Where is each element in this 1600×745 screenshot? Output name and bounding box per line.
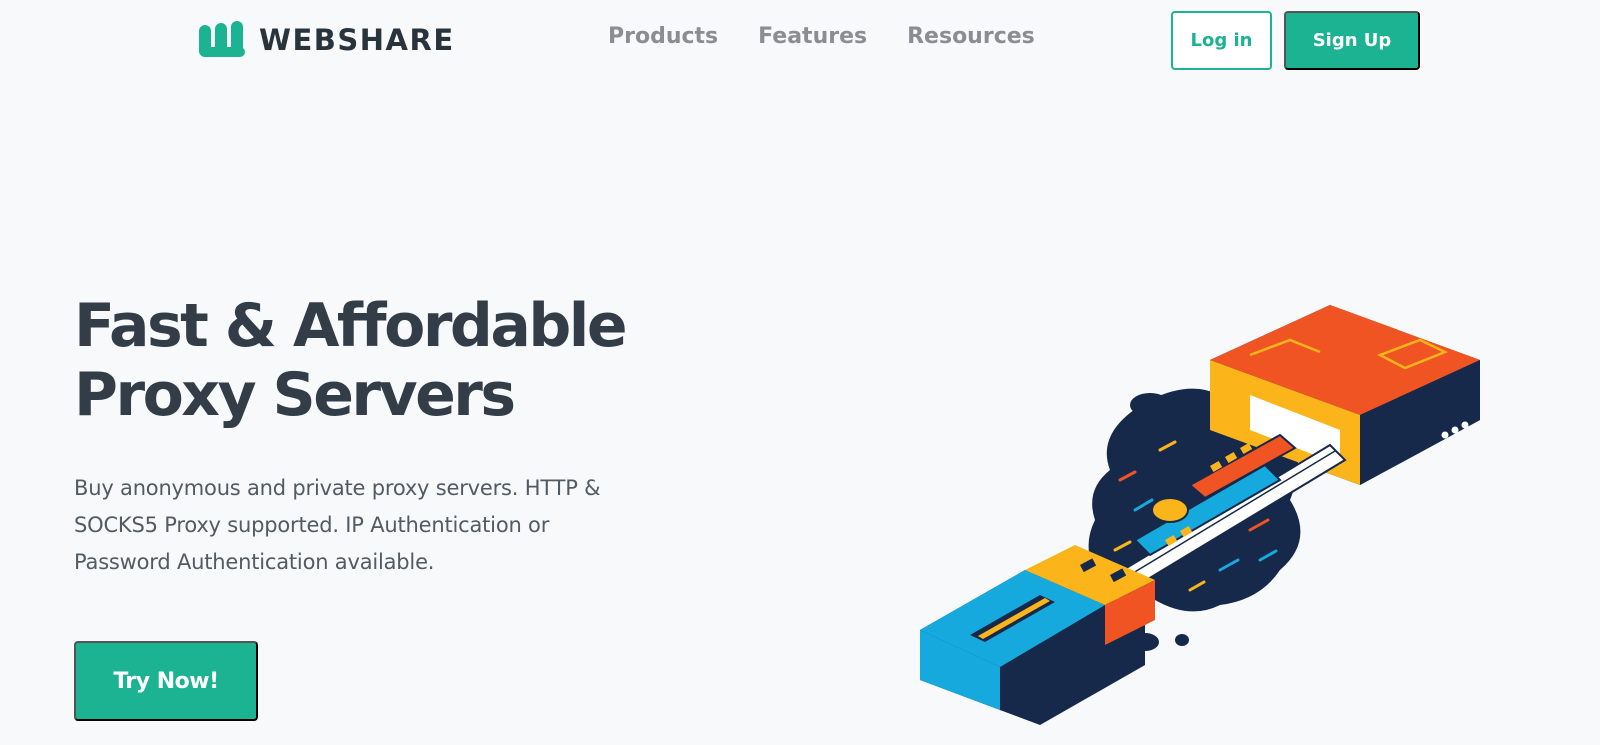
brand-name: WEBSHARE	[259, 23, 455, 57]
site-header: WEBSHARE Products Features Resources Log…	[0, 0, 1600, 80]
nav-item-products[interactable]: Products	[608, 24, 718, 49]
login-button[interactable]: Log in	[1171, 11, 1272, 70]
usb-plug	[920, 545, 1155, 725]
webshare-logo-icon	[199, 21, 245, 57]
logo-link[interactable]: WEBSHARE	[199, 20, 455, 60]
nav-item-features[interactable]: Features	[758, 24, 867, 49]
hero-title: Fast & Affordable Proxy Servers	[74, 292, 694, 430]
nav-item-resources[interactable]: Resources	[907, 24, 1035, 49]
hero-title-line-1: Fast & Affordable	[74, 291, 628, 361]
hero-subtitle: Buy anonymous and private proxy servers.…	[74, 476, 601, 574]
signup-button[interactable]: Sign Up	[1284, 11, 1420, 70]
try-now-button[interactable]: Try Now!	[74, 641, 258, 721]
main-nav: Products Features Resources	[608, 24, 1035, 49]
hero-title-line-2: Proxy Servers	[74, 360, 516, 430]
usb-proxy-illustration-icon	[920, 305, 1480, 725]
